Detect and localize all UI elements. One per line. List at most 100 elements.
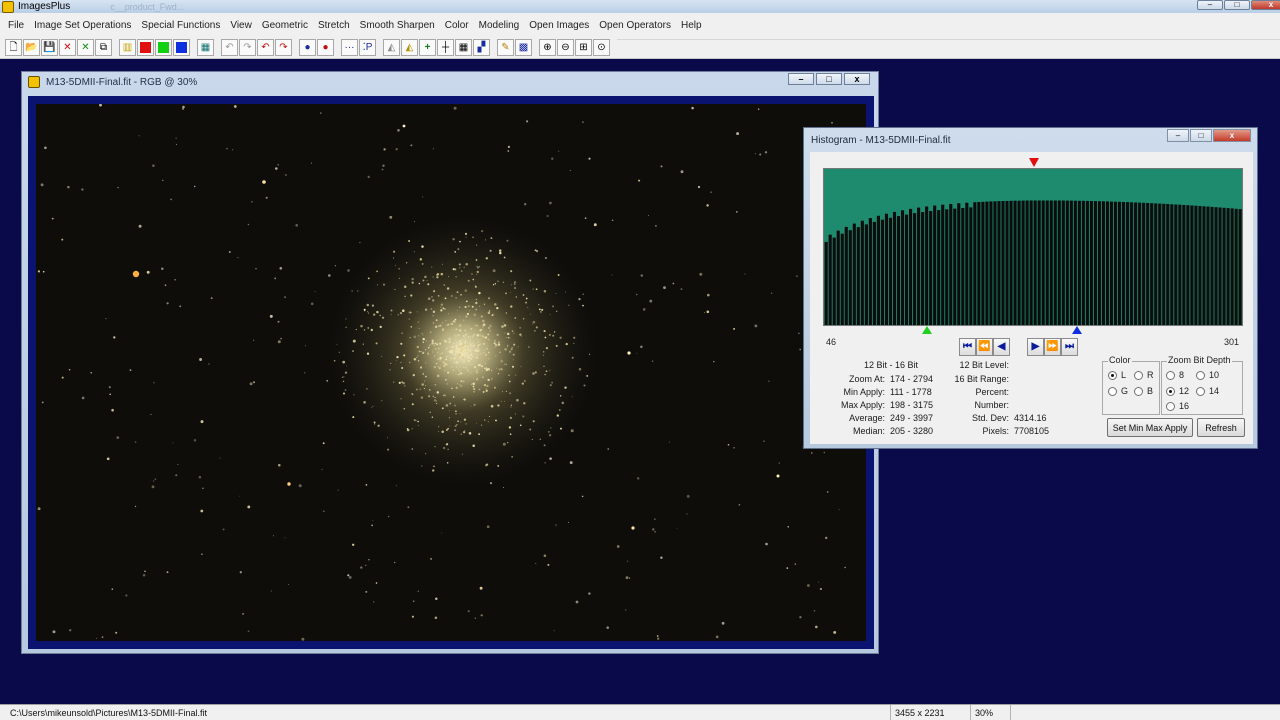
- red-channel-button[interactable]: [137, 39, 154, 56]
- cluster-star: [473, 387, 476, 391]
- cluster-star: [428, 389, 431, 391]
- star-cluster-image[interactable]: [36, 104, 866, 641]
- image-close-button[interactable]: x: [844, 73, 870, 85]
- nav-forward-icon[interactable]: ⏩: [1044, 338, 1061, 356]
- number-label: Number:: [974, 400, 1009, 410]
- menu-image-set-operations[interactable]: Image Set Operations: [29, 20, 136, 31]
- point-select-icon[interactable]: ⁚P: [359, 39, 376, 56]
- max-apply-marker-icon[interactable]: [1072, 326, 1082, 334]
- undo-all-icon[interactable]: ↶: [257, 39, 274, 56]
- histogram-titlebar[interactable]: Histogram - M13-5DMII-Final.fit – □ x: [804, 128, 1257, 152]
- color-radio-g[interactable]: G: [1108, 386, 1128, 396]
- app-maximize-button[interactable]: □: [1224, 0, 1250, 10]
- zoom-actual-icon[interactable]: ⊙: [593, 39, 610, 56]
- image-window[interactable]: M13-5DMII-Final.fit - RGB @ 30% – □ x: [21, 71, 879, 654]
- star: [150, 413, 152, 415]
- histogram-minimize-button[interactable]: –: [1167, 129, 1189, 142]
- new-file-icon[interactable]: 🗋: [5, 39, 22, 56]
- triangle-icon[interactable]: ◭: [383, 39, 400, 56]
- copy-window-icon[interactable]: ⧉: [95, 39, 112, 56]
- zoom-radio-16[interactable]: 16: [1166, 401, 1189, 411]
- color-radio-r[interactable]: R: [1134, 370, 1154, 380]
- nav-next-icon[interactable]: ▶: [1027, 338, 1044, 356]
- image-window-titlebar[interactable]: M13-5DMII-Final.fit - RGB @ 30% – □ x: [22, 72, 878, 92]
- zoom-radio-8[interactable]: 8: [1166, 370, 1184, 380]
- mono-grid-icon[interactable]: ▦: [197, 39, 214, 56]
- cluster-star: [485, 367, 488, 370]
- zoom-radio-14[interactable]: 14: [1196, 386, 1219, 396]
- dotted-line-icon[interactable]: ···: [341, 39, 358, 56]
- blue-circle-icon[interactable]: ●: [299, 39, 316, 56]
- zoom-at-marker-icon[interactable]: [1029, 158, 1039, 167]
- cluster-star: [549, 384, 552, 387]
- cluster-star: [366, 303, 370, 307]
- nav-prev-icon[interactable]: ◀: [993, 338, 1010, 356]
- histogram-maximize-button[interactable]: □: [1190, 129, 1212, 142]
- menu-geometric[interactable]: Geometric: [257, 20, 313, 31]
- cluster-star: [352, 416, 355, 419]
- cluster-star: [439, 353, 442, 355]
- undo-icon[interactable]: ↶: [221, 39, 238, 56]
- menu-smooth-sharpen[interactable]: Smooth Sharpen: [355, 20, 440, 31]
- menu-stretch[interactable]: Stretch: [313, 20, 355, 31]
- cluster-star: [454, 353, 456, 356]
- rgb-channels-icon[interactable]: ▥: [119, 39, 136, 56]
- crosshair-green-icon[interactable]: +: [419, 39, 436, 56]
- cluster-star: [538, 308, 541, 311]
- image-minimize-button[interactable]: –: [788, 73, 814, 85]
- zoom-out-icon[interactable]: ⊖: [557, 39, 574, 56]
- app-minimize-button[interactable]: –: [1197, 0, 1223, 10]
- zoom-fit-icon[interactable]: ⊞: [575, 39, 592, 56]
- red-circle-icon[interactable]: ●: [317, 39, 334, 56]
- axis-icon[interactable]: ◭: [401, 39, 418, 56]
- redo-icon[interactable]: ↷: [239, 39, 256, 56]
- table-icon[interactable]: ▩: [515, 39, 532, 56]
- blue-channel-button[interactable]: [173, 39, 190, 56]
- menu-modeling[interactable]: Modeling: [474, 20, 525, 31]
- min-apply-marker-icon[interactable]: [922, 326, 932, 334]
- refresh-button[interactable]: Refresh: [1197, 418, 1245, 437]
- close-all-icon[interactable]: ✕: [77, 39, 94, 56]
- close-image-icon[interactable]: ✕: [59, 39, 76, 56]
- redo-all-icon[interactable]: ↷: [275, 39, 292, 56]
- nav-first-icon[interactable]: ⏮: [959, 338, 976, 356]
- histogram-window[interactable]: Histogram - M13-5DMII-Final.fit – □ x 46…: [803, 127, 1258, 449]
- cluster-star: [387, 448, 390, 451]
- star: [69, 629, 72, 632]
- histogram-plot[interactable]: [823, 168, 1243, 326]
- color-radio-b[interactable]: B: [1134, 386, 1153, 396]
- zoom-radio-12[interactable]: 12: [1166, 386, 1189, 396]
- histogram-close-button[interactable]: x: [1213, 129, 1251, 142]
- set-min-max-apply-button[interactable]: Set Min Max Apply: [1107, 418, 1193, 437]
- cluster-star: [432, 276, 434, 278]
- image-maximize-button[interactable]: □: [816, 73, 842, 85]
- nav-rewind-icon[interactable]: ⏪: [976, 338, 993, 356]
- zoom-radio-10[interactable]: 10: [1196, 370, 1219, 380]
- menu-open-operators[interactable]: Open Operators: [594, 20, 676, 31]
- green-channel-button[interactable]: [155, 39, 172, 56]
- chart-icon[interactable]: ▞: [473, 39, 490, 56]
- crosshair-icon[interactable]: ┼: [437, 39, 454, 56]
- zoom-in-icon[interactable]: ⊕: [539, 39, 556, 56]
- save-icon[interactable]: 💾: [41, 39, 58, 56]
- open-folder-icon[interactable]: 📂: [23, 39, 40, 56]
- color-radio-l[interactable]: L: [1108, 370, 1126, 380]
- cluster-star: [484, 363, 486, 365]
- app-close-button[interactable]: x: [1251, 0, 1280, 10]
- histogram-bar: [1037, 200, 1041, 325]
- histogram-bar: [1081, 200, 1085, 325]
- menu-open-images[interactable]: Open Images: [524, 20, 594, 31]
- menu-help[interactable]: Help: [676, 20, 707, 31]
- menu-file[interactable]: File: [3, 20, 29, 31]
- cluster-star: [455, 297, 457, 299]
- histogram-bar: [860, 220, 864, 325]
- cluster-star: [417, 321, 419, 323]
- nav-last-icon[interactable]: ⏭: [1061, 338, 1078, 356]
- pencil-icon[interactable]: ✎: [497, 39, 514, 56]
- grid-icon[interactable]: ▦: [455, 39, 472, 56]
- radio-12-indicator: [1166, 386, 1175, 396]
- histogram-nav-left: ⏮ ⏪ ◀: [959, 338, 1010, 356]
- menu-special-functions[interactable]: Special Functions: [136, 20, 225, 31]
- menu-view[interactable]: View: [225, 20, 257, 31]
- menu-color[interactable]: Color: [440, 20, 474, 31]
